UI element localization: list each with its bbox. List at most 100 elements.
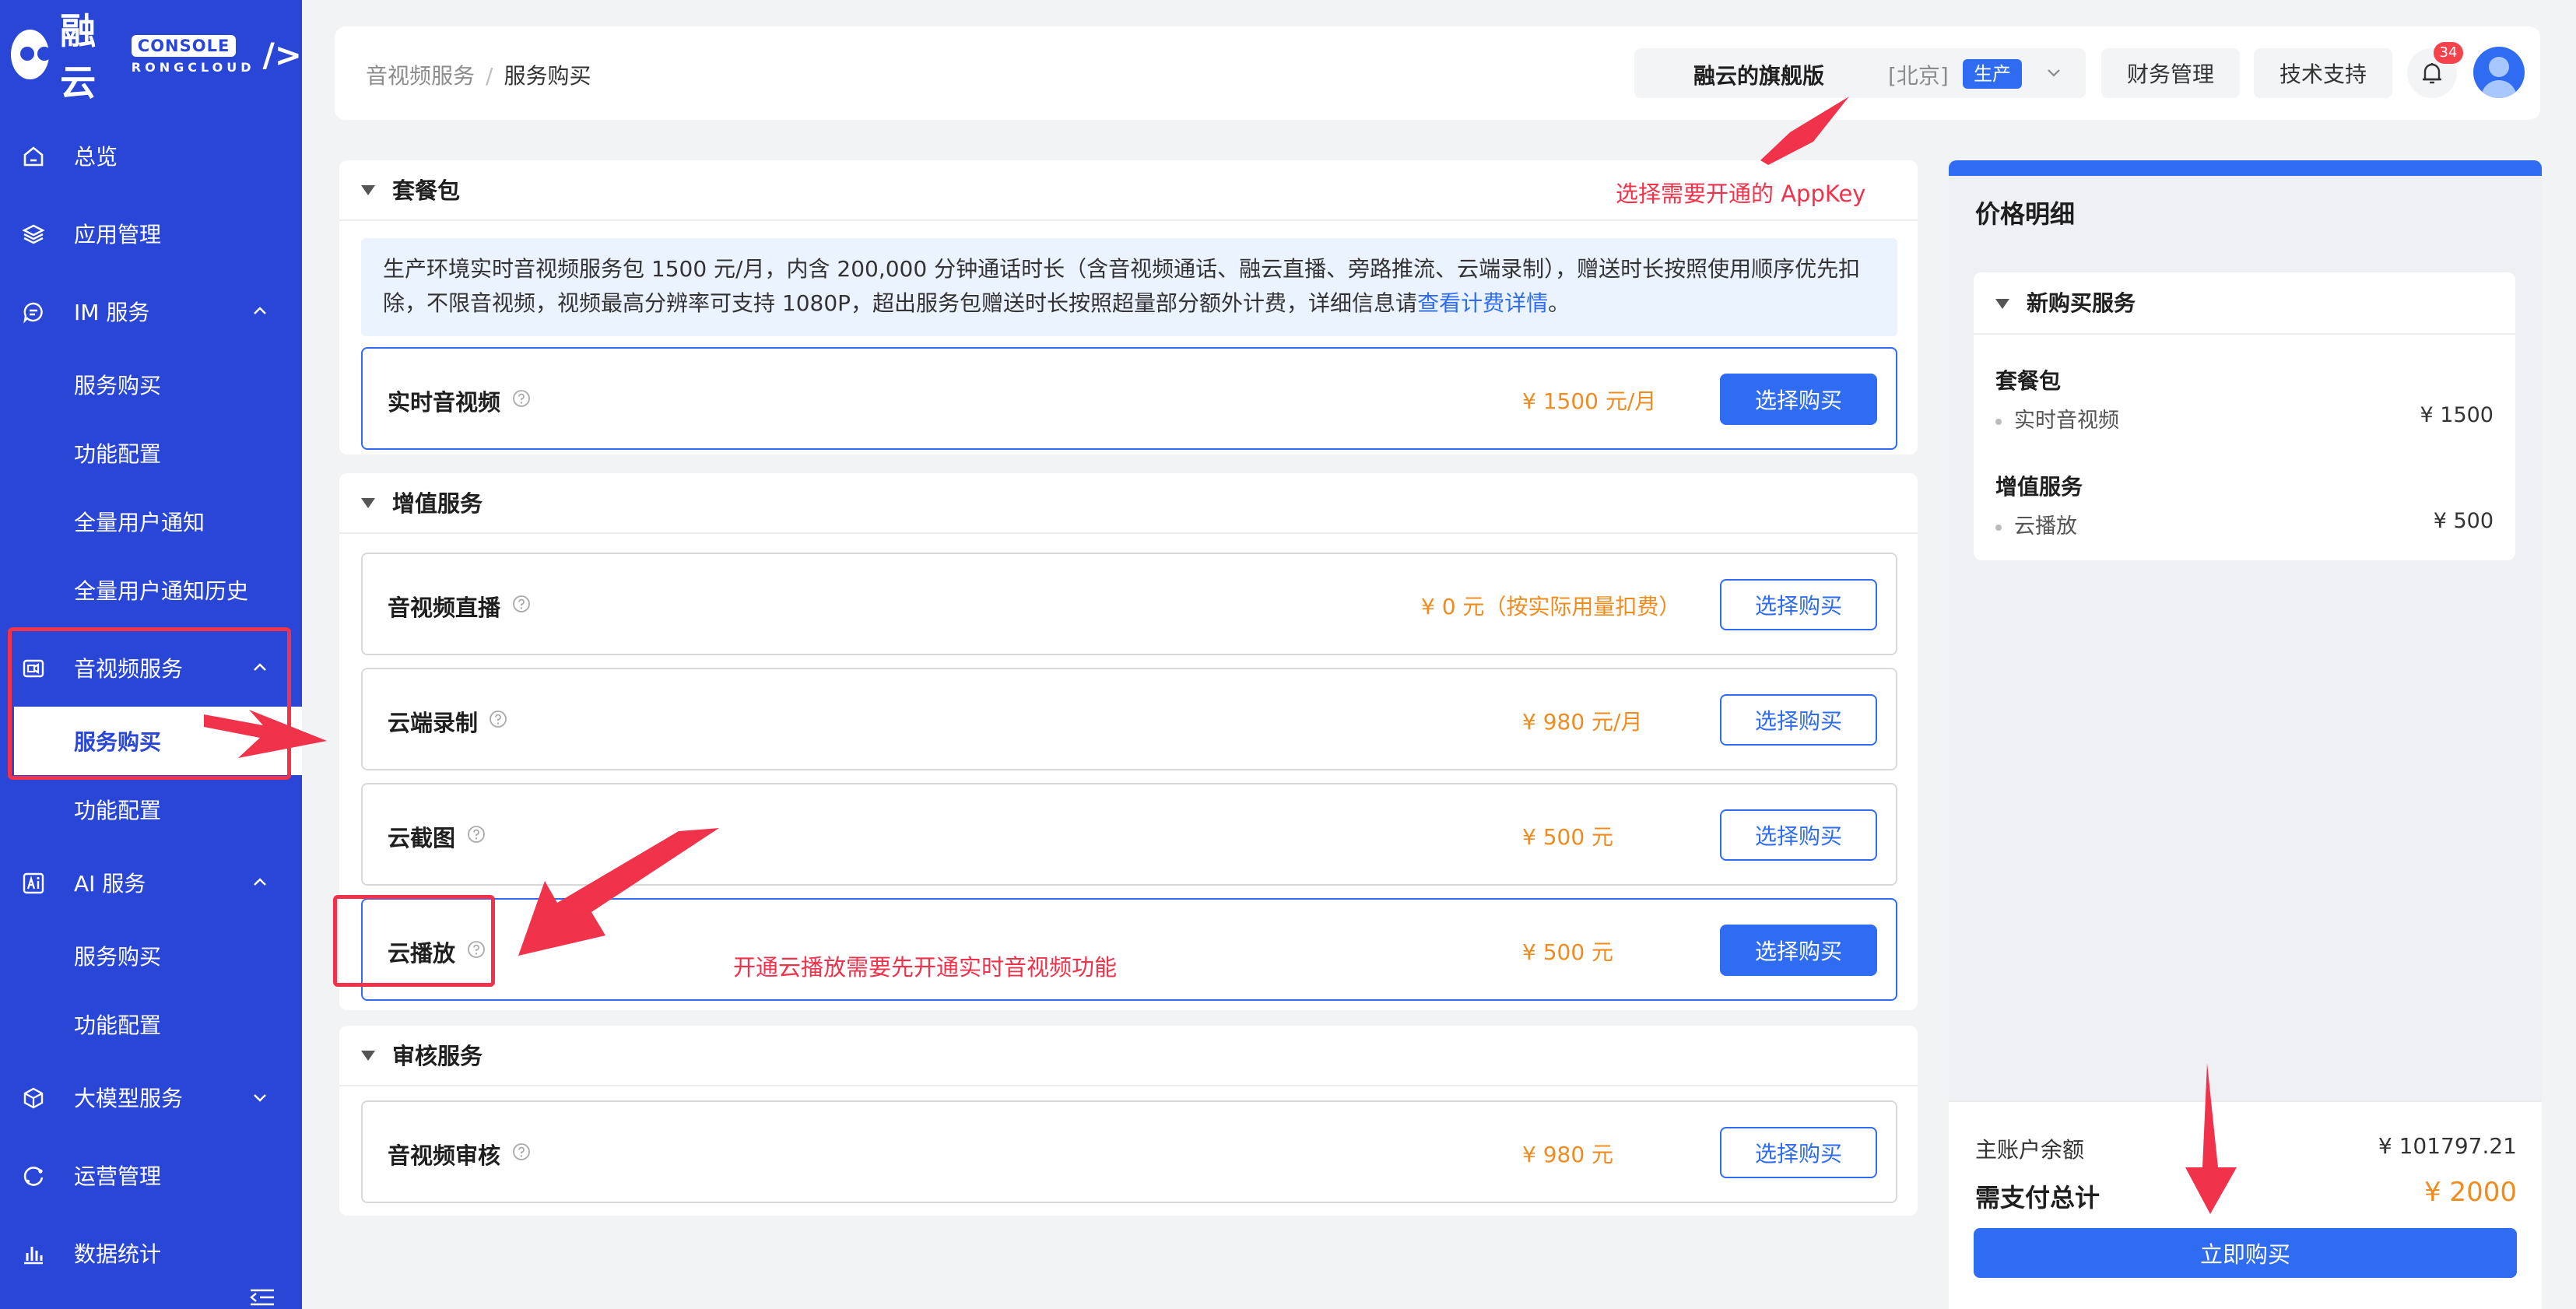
- breadcrumb-item-rtc[interactable]: 音视频服务: [366, 63, 475, 89]
- price-line-rtc: 实时音视频 ¥ 1500: [1995, 403, 2494, 433]
- balance-label: 主账户余额: [1975, 1137, 2085, 1163]
- billing-details-link[interactable]: 查看计费详情: [1417, 290, 1548, 316]
- section-title: 增值服务: [392, 490, 483, 517]
- package-info: 生产环境实时音视频服务包 1500 元/月，内含 200,000 分钟通话时长（…: [361, 238, 1897, 336]
- breadcrumb-separator: /: [486, 63, 493, 89]
- bullet-dot: [1995, 524, 2002, 531]
- price-panel-title: 价格明细: [1975, 199, 2076, 229]
- select-purchase-button[interactable]: 选择购买: [1720, 694, 1877, 746]
- help-icon[interactable]: [467, 825, 486, 844]
- sidebar-item-im-service[interactable]: IM 服务: [0, 272, 302, 350]
- caret-down-icon: [361, 1051, 375, 1061]
- service-price: ¥ 0 元（按实际用量扣费）: [1421, 594, 1681, 619]
- help-icon[interactable]: [489, 710, 507, 728]
- section-title: 套餐包: [392, 177, 461, 204]
- console-badge: CONSOLE RONGCLOUD: [131, 34, 255, 75]
- sidebar-item-statistics[interactable]: 数据统计: [0, 1214, 302, 1292]
- service-card-moderation[interactable]: 音视频审核 ¥ 980 元 选择购买: [361, 1100, 1897, 1203]
- service-price: ¥ 500 元: [1522, 824, 1614, 850]
- section-title: 审核服务: [392, 1043, 483, 1069]
- sidebar-subitem-ai-purchase[interactable]: 服务购买: [0, 921, 302, 990]
- service-card-recording[interactable]: 云端录制 ¥ 980 元/月 选择购买: [361, 668, 1897, 770]
- service-price: ¥ 500 元: [1522, 939, 1614, 965]
- annotation-cloud-play-text: 开通云播放需要先开通实时音视频功能: [733, 954, 1118, 981]
- help-icon[interactable]: [512, 389, 531, 408]
- service-card-rtc[interactable]: 实时音视频 ¥ 1500 元/月 选择购买: [361, 347, 1897, 450]
- package-info-text: 生产环境实时音视频服务包 1500 元/月，内含 200,000 分钟通话时长（…: [383, 256, 1861, 316]
- sidebar-item-overview[interactable]: 总览: [0, 117, 302, 195]
- finance-button[interactable]: 财务管理: [2101, 48, 2240, 98]
- chevron-up-icon: [254, 307, 266, 314]
- select-purchase-button[interactable]: 选择购买: [1720, 925, 1877, 976]
- service-card-cloud-play[interactable]: 云播放 ¥ 500 元 选择购买: [361, 898, 1897, 1001]
- service-card-live[interactable]: 音视频直播 ¥ 0 元（按实际用量扣费） 选择购买: [361, 553, 1897, 655]
- ai-icon: [23, 872, 44, 894]
- rongcloud-label: RONGCLOUD: [131, 59, 255, 75]
- new-purchase-card: 新购买服务 套餐包 实时音视频 ¥ 1500 增值服务 云播放 ¥ 500: [1974, 272, 2515, 560]
- sidebar-item-label: AI 服务: [74, 871, 146, 897]
- appkey-selector[interactable]: 融云的旗舰版 [北京] 生产: [1634, 48, 2086, 98]
- operation-icon: [23, 1167, 44, 1186]
- layers-icon: [22, 224, 45, 244]
- sidebar-item-ai-service[interactable]: AI 服务: [0, 844, 302, 921]
- brand-logo[interactable]: 融云 CONSOLE RONGCLOUD />: [11, 10, 302, 104]
- help-icon[interactable]: [512, 1142, 531, 1161]
- bullet-dot: [1995, 418, 2002, 425]
- notification-button[interactable]: 34: [2407, 42, 2463, 98]
- price-panel-accent-bar: [1949, 160, 2542, 176]
- caret-down-icon: [361, 498, 375, 508]
- breadcrumb: 音视频服务 / 服务购买: [366, 59, 591, 90]
- sidebar-subitem-rtc-config[interactable]: 功能配置: [0, 775, 302, 844]
- bar-chart-icon: [24, 1247, 43, 1265]
- caret-down-icon: [361, 185, 375, 195]
- sidebar-subitem-im-broadcast-history[interactable]: 全量用户通知历史: [0, 556, 302, 624]
- chat-icon: [23, 302, 43, 324]
- select-purchase-button[interactable]: 选择购买: [1720, 579, 1877, 630]
- select-purchase-button[interactable]: 选择购买: [1720, 809, 1877, 861]
- sidebar-item-label: 大模型服务: [74, 1086, 184, 1111]
- sidebar-item-operations[interactable]: 运营管理: [0, 1136, 302, 1214]
- sidebar-item-llm-service[interactable]: 大模型服务: [0, 1058, 302, 1136]
- sidebar-subitem-im-broadcast[interactable]: 全量用户通知: [0, 487, 302, 556]
- brand-slash: />: [262, 35, 302, 74]
- sidebar-item-label: 数据统计: [74, 1241, 162, 1267]
- brand-name: 融云: [60, 10, 98, 104]
- bell-icon: [2423, 63, 2441, 84]
- total-value: ¥ 2000: [2424, 1177, 2517, 1208]
- value-added-section-header[interactable]: 增值服务: [339, 473, 1918, 534]
- collapse-menu-icon[interactable]: [249, 1286, 275, 1309]
- price-line-amount: ¥ 1500: [2420, 403, 2494, 427]
- env-badge: 生产: [1963, 59, 2022, 89]
- total-label: 需支付总计: [1975, 1183, 2100, 1212]
- checkout-bar: 主账户余额 ¥ 101797.21 需支付总计 ¥ 2000 立即购买: [1949, 1100, 2542, 1309]
- new-purchase-header[interactable]: 新购买服务: [1974, 272, 2515, 335]
- help-icon[interactable]: [512, 595, 531, 613]
- annotation-highlight-rtc-purchase: [8, 627, 291, 780]
- sidebar-item-label: 运营管理: [74, 1163, 162, 1189]
- sidebar-subitem-im-purchase[interactable]: 服务购买: [0, 350, 302, 419]
- service-name: 云端录制: [388, 710, 479, 736]
- user-avatar[interactable]: [2473, 47, 2525, 98]
- service-name: 云截图: [388, 825, 456, 851]
- top-header: 音视频服务 / 服务购买 融云的旗舰版 [北京] 生产 财务管理 技术支持 34: [335, 26, 2540, 120]
- sidebar-subitem-ai-config[interactable]: 功能配置: [0, 990, 302, 1058]
- chevron-down-icon: [254, 1094, 266, 1102]
- select-purchase-button[interactable]: 选择购买: [1720, 374, 1877, 425]
- service-card-snapshot[interactable]: 云截图 ¥ 500 元 选择购买: [361, 783, 1897, 886]
- user-icon: [2481, 57, 2517, 98]
- home-icon: [23, 146, 44, 167]
- sidebar-item-apps[interactable]: 应用管理: [0, 195, 302, 272]
- buy-now-button[interactable]: 立即购买: [1974, 1228, 2517, 1278]
- caret-down-icon: [1995, 299, 2009, 309]
- annotation-highlight-cloud-play: [333, 895, 495, 987]
- price-group-value-added: 增值服务: [1995, 474, 2083, 500]
- sidebar-subitem-im-config[interactable]: 功能配置: [0, 419, 302, 487]
- sidebar-item-label: IM 服务: [74, 300, 150, 325]
- package-info-end: 。: [1548, 290, 1571, 316]
- sidebar-item-label: 总览: [74, 144, 118, 170]
- balance-value: ¥ 101797.21: [2378, 1133, 2517, 1159]
- support-button[interactable]: 技术支持: [2254, 48, 2392, 98]
- review-section-header[interactable]: 审核服务: [339, 1026, 1918, 1086]
- select-purchase-button[interactable]: 选择购买: [1720, 1127, 1877, 1178]
- price-line-label: 云播放: [2014, 514, 2077, 539]
